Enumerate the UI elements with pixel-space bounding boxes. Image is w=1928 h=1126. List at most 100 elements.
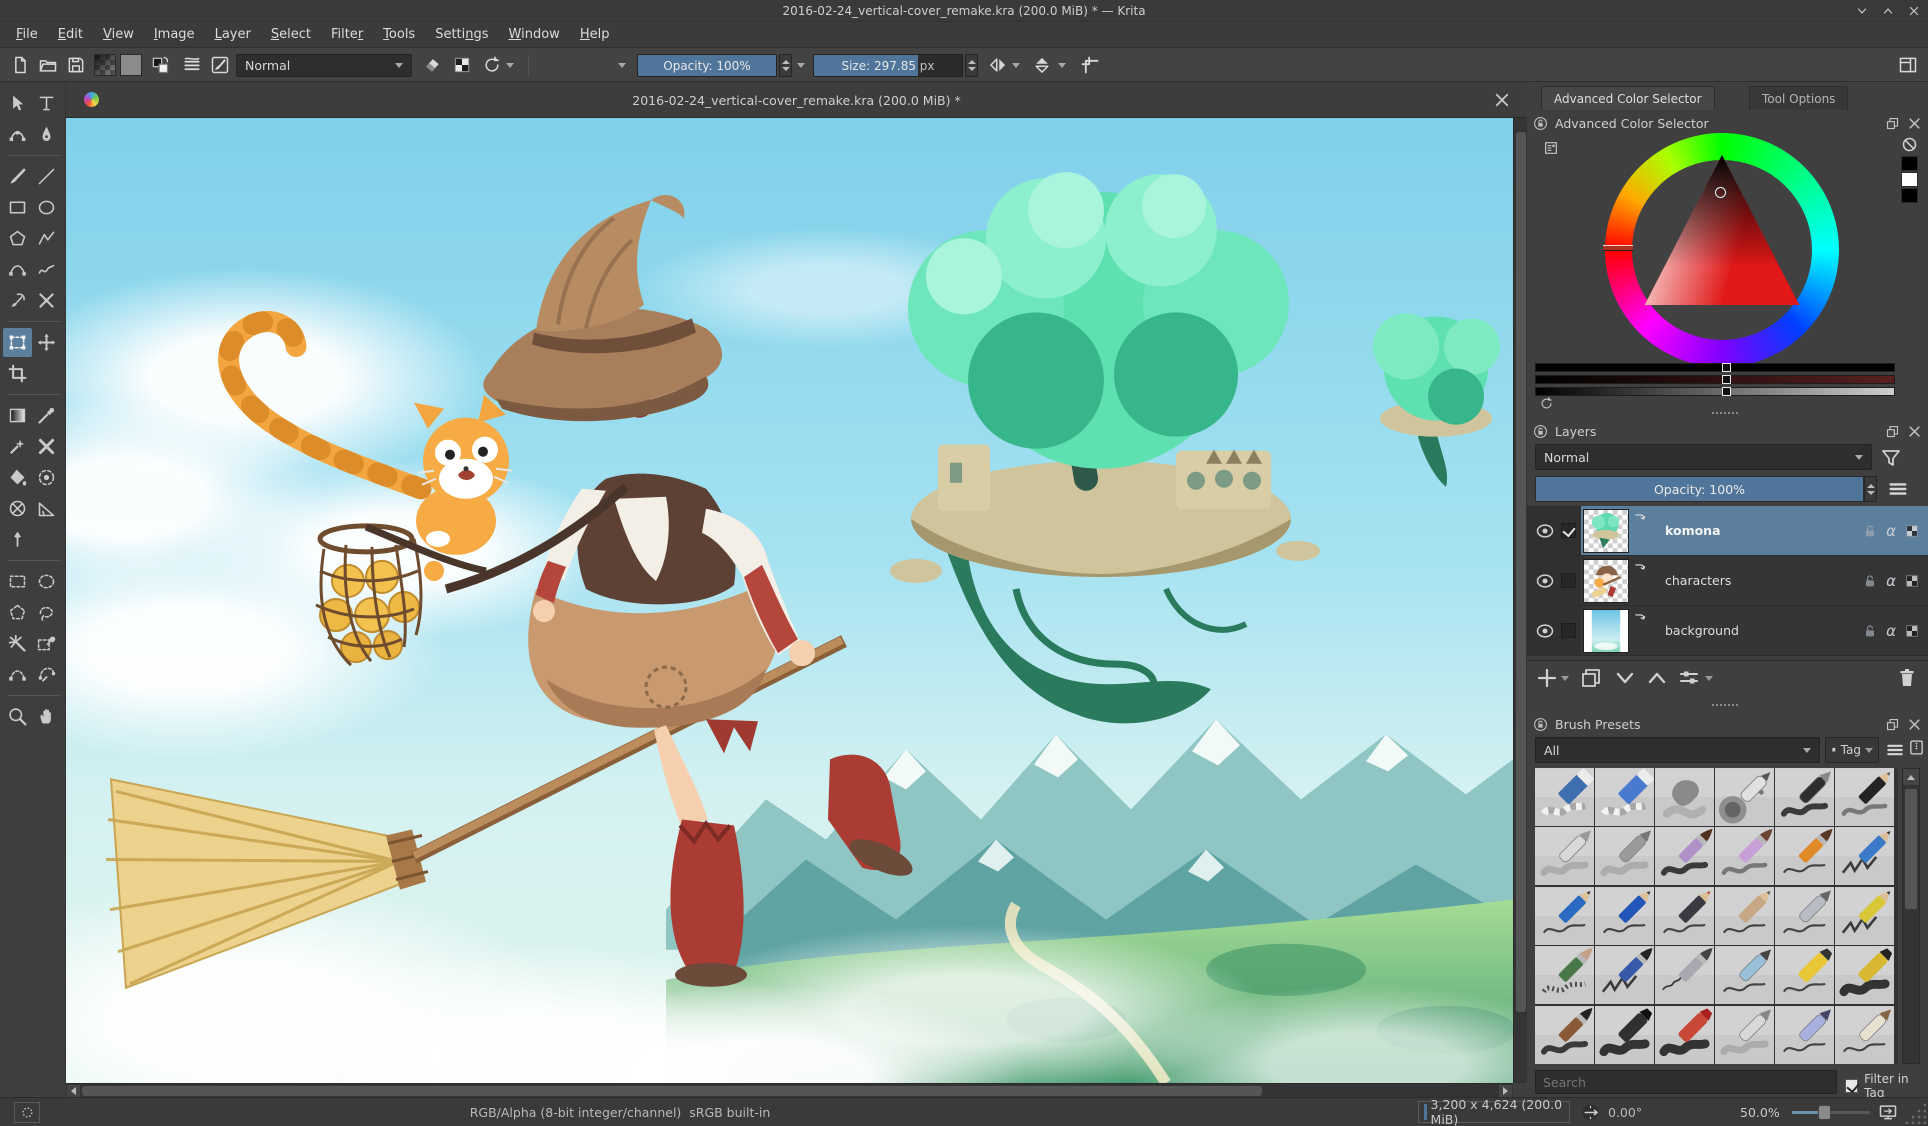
tool-gradient[interactable] (3, 401, 32, 430)
tool-transform[interactable] (3, 328, 32, 357)
preset-filter-select[interactable]: All (1535, 737, 1820, 763)
maximize-icon[interactable] (1882, 5, 1894, 17)
move-layer-up-button[interactable] (1645, 666, 1669, 690)
mirror-vertical-button[interactable] (1030, 53, 1054, 77)
layer-visibility-icon[interactable] (1535, 621, 1555, 641)
layer-name[interactable]: komona (1665, 523, 1862, 538)
hue-ring[interactable] (1605, 133, 1839, 367)
filter-in-tag-checkbox[interactable] (1845, 1079, 1858, 1093)
layer-lock-icon[interactable] (1862, 523, 1878, 539)
tool-select-polygonal[interactable] (3, 598, 32, 627)
tool-freehand-path[interactable] (32, 255, 61, 284)
filter-in-tag[interactable]: Filter in Tag (1845, 1072, 1928, 1100)
tool-assistants[interactable] (3, 494, 32, 523)
alpha-lock-icon[interactable]: α (1886, 523, 1896, 539)
mirror-v-dropdown-icon[interactable] (1058, 63, 1066, 68)
tool-pan[interactable] (32, 702, 61, 731)
layer-name[interactable]: background (1665, 623, 1862, 638)
save-button[interactable] (64, 53, 88, 77)
tool-select-similar[interactable] (32, 629, 61, 658)
menu-filter[interactable]: Filter (321, 22, 373, 48)
float-docker-icon[interactable] (1885, 717, 1900, 732)
menu-file[interactable]: File (6, 22, 48, 48)
tool-select-freehand[interactable] (32, 598, 61, 627)
menu-tools[interactable]: Tools (373, 22, 425, 48)
brush-preset-3[interactable] (1715, 768, 1774, 826)
brush-preset-8[interactable] (1655, 827, 1714, 885)
v-scroll-handle[interactable] (1516, 132, 1526, 1012)
no-color-icon[interactable] (1901, 136, 1918, 152)
brush-preset-26[interactable] (1655, 1006, 1714, 1064)
tool-select-rectangular[interactable] (3, 567, 32, 596)
tool-calligraphy[interactable] (32, 120, 61, 149)
open-document-button[interactable] (36, 53, 60, 77)
tool-measure[interactable] (32, 494, 61, 523)
layer-opacity-spinner[interactable] (1864, 476, 1877, 502)
swatch-previous[interactable] (1901, 188, 1918, 203)
vertical-scrollbar[interactable] (1513, 118, 1527, 1083)
brush-preset-10[interactable] (1775, 827, 1834, 885)
layer-thumbnail[interactable] (1583, 559, 1629, 603)
eraser-mode-button[interactable] (420, 53, 444, 77)
brush-preset-16[interactable] (1775, 887, 1834, 945)
float-docker-icon[interactable] (1885, 424, 1900, 439)
brush-preset-7[interactable] (1595, 827, 1654, 885)
add-layer-dropdown-icon[interactable] (1561, 676, 1569, 681)
close-icon[interactable] (1908, 5, 1920, 17)
opacity-dropdown-icon[interactable] (797, 63, 805, 68)
layer-properties-button[interactable] (1677, 666, 1701, 690)
preset-view-mode-icon[interactable] (1885, 740, 1905, 760)
tool-crop[interactable] (3, 359, 32, 388)
zoom-slider[interactable] (1792, 1111, 1870, 1114)
toolbar-overflow-icon[interactable] (618, 63, 626, 68)
brush-preset-23[interactable] (1835, 946, 1894, 1004)
brush-preset-14[interactable] (1655, 887, 1714, 945)
document-tab-title[interactable]: 2016-02-24_vertical-cover_remake.kra (20… (66, 82, 1527, 118)
tool-ellipse[interactable] (32, 193, 61, 222)
color-selector-settings-icon[interactable] (1543, 140, 1559, 156)
tool-line[interactable] (32, 162, 61, 191)
brush-preset-15[interactable] (1715, 887, 1774, 945)
pattern-chooser-button[interactable] (120, 54, 142, 76)
close-docker-icon[interactable] (1907, 717, 1922, 732)
tool-rectangle[interactable] (3, 193, 32, 222)
tool-freehand-brush[interactable] (3, 162, 32, 191)
tool-select-elliptical[interactable] (32, 567, 61, 596)
alpha-lock-icon[interactable]: α (1886, 623, 1896, 639)
zoom-slider-handle[interactable] (1818, 1105, 1831, 1120)
zoom-level-value[interactable]: 50.0% (1740, 1098, 1780, 1126)
inherit-alpha-icon[interactable] (1904, 573, 1920, 589)
brush-preset-button[interactable] (208, 53, 232, 77)
tool-color-sampler[interactable] (32, 401, 61, 430)
window-resize-grip[interactable] (1904, 1102, 1926, 1124)
layer-name[interactable]: characters (1665, 573, 1862, 588)
tool-move[interactable] (32, 328, 61, 357)
tool-smart-patch[interactable] (3, 432, 32, 461)
tool-select-magnetic[interactable] (32, 660, 61, 689)
tool-polygon[interactable] (3, 224, 32, 253)
tool-select-bezier[interactable] (3, 660, 32, 689)
brush-preset-25[interactable] (1595, 1006, 1654, 1064)
saturation-strip[interactable] (1535, 375, 1895, 384)
tool-zoom[interactable] (3, 702, 32, 731)
mirror-horizontal-button[interactable] (986, 53, 1010, 77)
close-docker-icon[interactable] (1907, 116, 1922, 131)
brush-preset-2[interactable] (1655, 768, 1714, 826)
tool-fill[interactable] (3, 463, 32, 492)
new-document-button[interactable] (8, 53, 32, 77)
opacity-slider[interactable]: Opacity: 100% (637, 54, 777, 77)
tool-colorize-mask[interactable] (32, 463, 61, 492)
menu-select[interactable]: Select (261, 22, 321, 48)
float-docker-icon[interactable] (1885, 116, 1900, 131)
tab-tool-options[interactable]: Tool Options (1749, 86, 1848, 110)
add-layer-button[interactable] (1535, 666, 1559, 690)
layer-options-icon[interactable] (1887, 478, 1909, 500)
docker-resize-handle[interactable] (1712, 704, 1738, 706)
menu-edit[interactable]: Edit (48, 22, 93, 48)
brush-preset-28[interactable] (1775, 1006, 1834, 1064)
search-input[interactable] (1535, 1070, 1837, 1094)
layer-row-komona[interactable]: komona α (1527, 506, 1928, 556)
sv-cursor[interactable] (1715, 187, 1726, 198)
scroll-right-icon[interactable] (1499, 1085, 1512, 1097)
docker-resize-handle[interactable] (1712, 412, 1738, 414)
